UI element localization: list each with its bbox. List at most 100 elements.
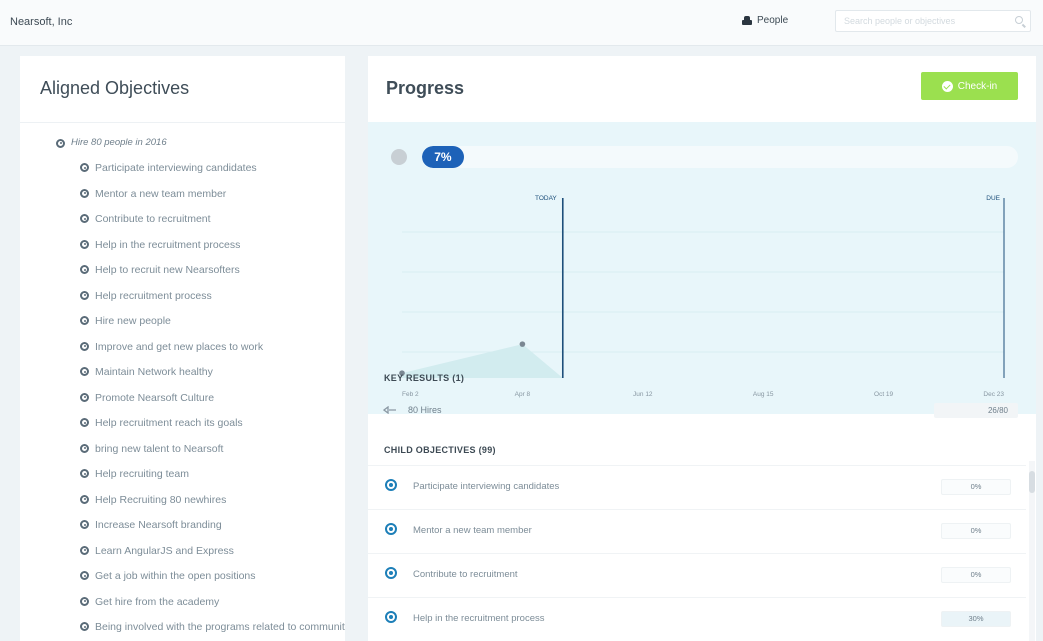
target-icon [80,545,89,555]
objective-item[interactable]: Maintain Network healthy [80,366,345,392]
root-objective-label: Hire 80 people in 2016 [71,137,167,148]
objective-label: Improve and get new places to work [95,340,264,353]
panel-title: Aligned Objectives [40,78,190,98]
target-icon [80,622,89,631]
target-icon [80,265,89,274]
objective-label: Help recruiting team [95,468,189,480]
divider [20,122,345,123]
data-point [519,341,526,347]
progress-label: 7% [434,150,452,164]
checkin-button[interactable]: Check-in [921,72,1018,100]
target-icon [80,214,89,223]
top-bar: Nearsoft, Inc People [0,0,1043,46]
child-objective-progress: 30% [941,611,1011,627]
progress-bar-fill: 7% [422,146,464,168]
aligned-objectives-panel: Aligned Objectives Hire 80 people in 201… [20,56,345,641]
objective-item[interactable]: Promote Nearsoft Culture [80,392,345,418]
marker-label: DUE [986,195,1000,202]
target-icon [385,611,397,623]
child-objectives-header: CHILD OBJECTIVES (99) [384,445,496,455]
progress-chart: TODAY DUEFeb 2 Apr 8 Jun 12 Aug 15 Oct 19 Dec … [399,195,1005,398]
target-icon [80,341,89,351]
objective-label: Help Recruiting 80 newhires [95,493,227,506]
child-objective-row[interactable]: Mentor a new team member 0% [368,509,1026,552]
people-icon [742,16,752,25]
objective-item[interactable]: Contribute to recruitment [80,213,345,239]
objective-label: Promote Nearsoft Culture [95,391,215,404]
objective-label: Help recruitment reach its goals [95,417,243,429]
objective-label: Get a job within the open positions [95,570,256,582]
search-icon[interactable] [1015,16,1023,24]
child-objective-row[interactable]: Help in the recruitment process 30% [368,597,1026,640]
target-icon [385,479,397,491]
search-input[interactable] [836,11,1006,31]
target-icon [80,443,89,453]
objective-label: Hire new people [95,315,171,327]
key-result-icon [383,406,396,414]
objective-label: Help to recruit new Nearsofters [95,264,240,276]
target-icon [80,392,89,402]
objective-item[interactable]: Help Recruiting 80 newhires [80,494,345,520]
objective-item[interactable]: Get hire from the academy [80,596,345,622]
objective-item[interactable]: Participate interviewing candidates [80,162,345,188]
objective-item[interactable]: Help recruiting team [80,468,345,494]
objective-list: Participate interviewing candidates Mento… [80,162,345,641]
key-results-header: KEY RESULTS (1) [384,373,465,383]
objective-item[interactable]: Mentor a new team member [80,188,345,214]
objective-item[interactable]: Help recruitment reach its goals [80,417,345,443]
target-icon [80,469,89,478]
scrollbar-thumb[interactable] [1029,471,1035,493]
key-result-value: 26/80 [934,403,1018,418]
child-objective-label: Contribute to recruitment [413,569,518,580]
objective-label: Help in the recruitment process [95,238,241,251]
objective-label: Get hire from the academy [95,595,220,608]
key-result-row[interactable]: 80 Hires 26/80 [368,393,1036,427]
check-icon [941,80,953,92]
target-icon [80,188,89,198]
marker-label: TODAY [535,195,557,202]
company-name[interactable]: Nearsoft, Inc [10,16,72,28]
objective-item[interactable]: Hire new people [80,315,345,341]
objective-label: Learn AngularJS and Express [95,544,234,557]
objective-label: Participate interviewing candidates [95,162,257,174]
objective-item[interactable]: Increase Nearsoft branding [80,519,345,545]
objective-label: Maintain Network healthy [95,366,213,378]
child-objective-row[interactable]: Contribute to recruitment 0% [368,553,1026,596]
objective-item[interactable]: Learn AngularJS and Express [80,545,345,571]
progress-area: 7% TODAY DUE Feb 2 Apr 8 Jun 12 Aug 15 Oct 19 D… [368,122,1036,414]
child-objective-progress: 0% [941,479,1011,495]
target-icon [80,520,89,529]
people-link[interactable]: People [742,15,788,26]
objective-item[interactable]: Help to recruit new Nearsofters [80,264,345,290]
people-label: People [757,15,789,26]
status-dot [391,149,407,165]
child-objective-label: Participate interviewing candidates [413,481,560,492]
objective-item[interactable]: Improve and get new places to work [80,341,345,367]
target-icon [385,523,397,535]
objective-item[interactable]: bring new talent to Nearsoft [80,443,345,469]
child-objective-label: Help in the recruitment process [413,613,545,624]
progress-bar: 7% [422,146,1018,168]
checkin-label: Check-in [957,80,998,92]
target-icon [80,239,89,249]
objective-label: Increase Nearsoft branding [95,519,222,531]
objective-item[interactable]: Being involved with the programs related… [80,621,345,641]
target-icon [80,316,89,325]
objective-item[interactable]: Help recruitment process [80,290,345,316]
progress-panel: Progress Check-in 7% TODAY DUE Feb 2 Apr 8J… [368,56,1036,641]
objective-label: bring new talent to Nearsoft [95,442,224,455]
objective-item[interactable]: Get a job within the open positions [80,570,345,596]
target-icon [56,138,65,148]
child-objective-progress: 0% [941,523,1011,539]
scrollbar[interactable] [1029,461,1035,641]
search-box[interactable] [835,10,1031,32]
child-objective-progress: 0% [941,567,1011,583]
child-objective-label: Mentor a new team member [413,525,532,536]
objective-label: Mentor a new team member [95,187,227,200]
root-objective[interactable]: Hire 80 people in 2016 [56,137,167,148]
target-icon [80,494,89,504]
target-icon [385,567,397,579]
objective-item[interactable]: Help in the recruitment process [80,239,345,265]
progress-title: Progress [386,78,465,98]
child-objective-row[interactable]: Participate interviewing candidates 0% [368,465,1026,508]
